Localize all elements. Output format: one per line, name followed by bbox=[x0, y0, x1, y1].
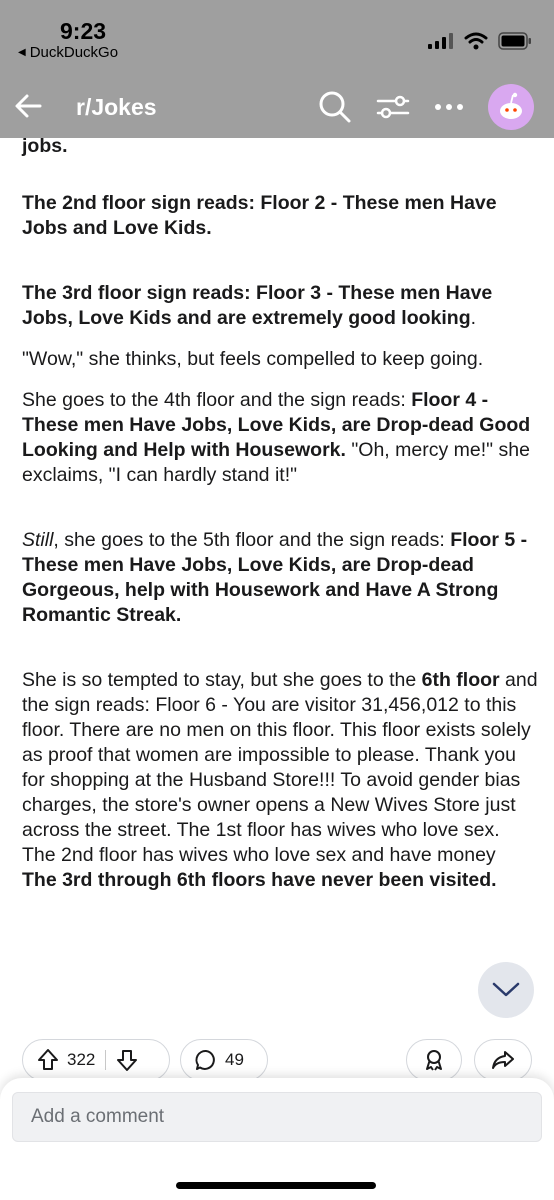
post-fragment-top: jobs. bbox=[22, 135, 68, 157]
downvote-icon[interactable] bbox=[116, 1048, 138, 1072]
floor3-text: The 3rd floor sign reads: Floor 3 - Thes… bbox=[22, 282, 493, 329]
chevron-down-icon bbox=[492, 982, 520, 997]
floor5-still: Still bbox=[22, 529, 54, 551]
add-comment-input[interactable]: Add a comment bbox=[12, 1092, 542, 1142]
floor6-ending: The 3rd through 6th floors have never be… bbox=[22, 869, 497, 891]
comments-button[interactable]: 49 bbox=[180, 1039, 268, 1081]
comment-count: 49 bbox=[225, 1050, 244, 1069]
post-paragraph-floor4: She goes to the 4th floor and the sign r… bbox=[22, 388, 538, 488]
avatar[interactable] bbox=[488, 84, 534, 130]
post-paragraph-floor2: The 2nd floor sign reads: Floor 2 - Thes… bbox=[22, 192, 497, 239]
floor6-text: and the sign reads: Floor 6 - You are vi… bbox=[22, 669, 538, 866]
vote-divider bbox=[105, 1050, 107, 1070]
vote-pill: 322 bbox=[22, 1039, 170, 1081]
back-to-app-link[interactable]: ◀ DuckDuckGo bbox=[18, 44, 118, 61]
floor6-highlight: 6th floor bbox=[421, 669, 500, 691]
subreddit-title[interactable]: r/Jokes bbox=[76, 94, 157, 121]
filter-icon[interactable] bbox=[376, 92, 410, 122]
wifi-icon bbox=[464, 32, 488, 50]
status-time: 9:23 bbox=[60, 18, 107, 44]
post-paragraph-floor5: Still, she goes to the 5th floor and the… bbox=[22, 528, 538, 628]
comment-bubble-icon bbox=[195, 1050, 215, 1070]
battery-icon bbox=[498, 32, 531, 50]
share-button[interactable] bbox=[474, 1039, 532, 1081]
floor4-intro: She goes to the 4th floor and the sign r… bbox=[22, 389, 412, 411]
award-icon bbox=[426, 1050, 442, 1071]
snoo-avatar-icon bbox=[500, 92, 522, 119]
post-paragraph-floor6: She is so tempted to stay, but she goes … bbox=[22, 668, 538, 893]
signal-icon bbox=[428, 33, 453, 49]
back-triangle-icon: ◀ bbox=[18, 47, 26, 58]
home-indicator[interactable] bbox=[176, 1182, 376, 1189]
upvote-icon[interactable] bbox=[37, 1048, 59, 1072]
post-paragraph-wow: "Wow," she thinks, but feels compelled t… bbox=[22, 348, 484, 370]
floor5-intro: , she goes to the 5th floor and the sign… bbox=[53, 529, 451, 551]
search-icon[interactable] bbox=[318, 90, 352, 124]
back-arrow-icon[interactable] bbox=[10, 88, 46, 124]
nav-actions bbox=[318, 84, 534, 130]
more-options-icon[interactable] bbox=[434, 102, 464, 112]
post-body: jobs. The 2nd floor sign reads: Floor 2 … bbox=[22, 128, 538, 893]
post-paragraph-floor3: The 3rd floor sign reads: Floor 3 - Thes… bbox=[22, 281, 538, 331]
scroll-down-button[interactable] bbox=[478, 962, 534, 1018]
header: 9:23 ◀ DuckDuckGo r/Jokes bbox=[0, 0, 554, 138]
floor3-end: . bbox=[470, 307, 477, 329]
award-button[interactable] bbox=[406, 1039, 462, 1081]
upvote-count: 322 bbox=[67, 1050, 96, 1069]
back-app-label: DuckDuckGo bbox=[29, 44, 119, 61]
floor6-intro: She is so tempted to stay, but she goes … bbox=[22, 669, 422, 691]
post-actions: 322 49 bbox=[22, 1039, 534, 1081]
share-icon bbox=[492, 1051, 514, 1069]
status-icons bbox=[428, 32, 532, 50]
